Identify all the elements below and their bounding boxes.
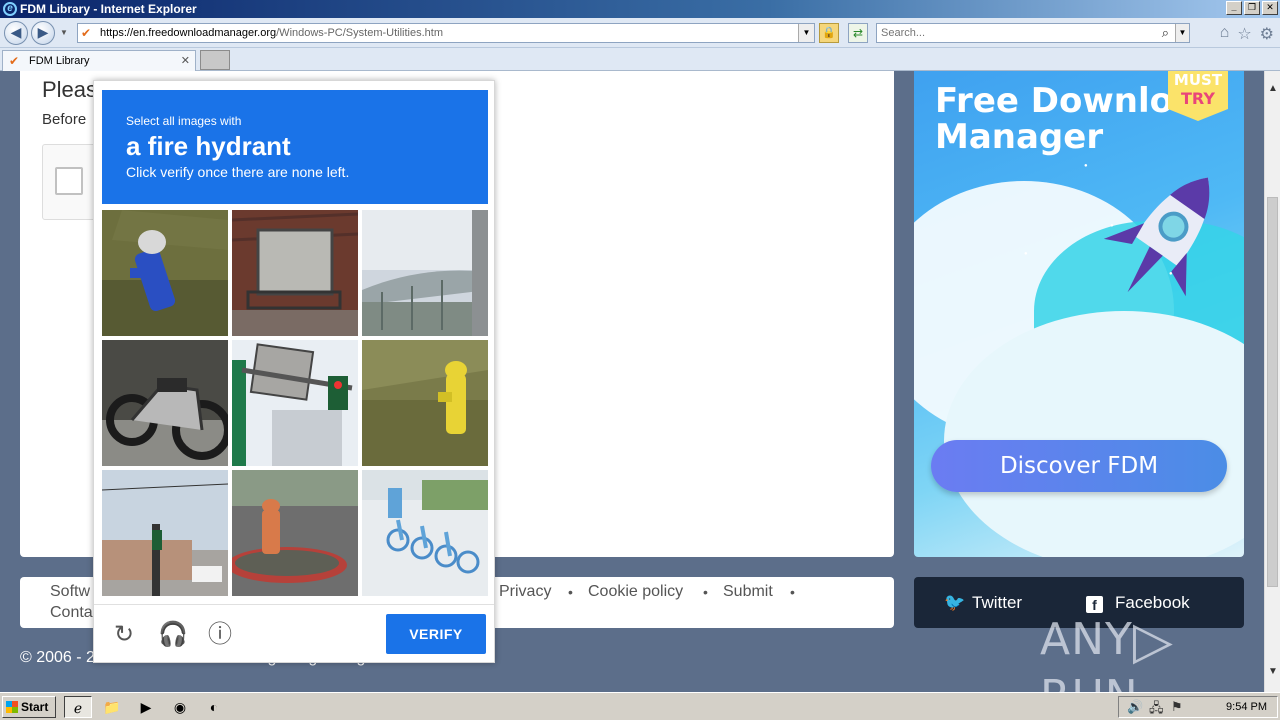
scroll-thumb[interactable]	[1267, 197, 1278, 587]
captcha-tile-house-window[interactable]	[232, 210, 358, 336]
tab-label: FDM Library	[29, 55, 90, 67]
search-icon[interactable]: ⌕	[1162, 25, 1169, 41]
fdm-ad-banner[interactable]: ● ● ● ● Free Download Manager MUST TRY D…	[914, 71, 1244, 557]
history-dropdown-icon[interactable]: ▼	[60, 28, 68, 37]
captcha-subtext: Click verify once there are none left.	[126, 164, 350, 180]
restore-button[interactable]: ❐	[1244, 1, 1260, 15]
tab-bar: ✔ FDM Library ✕	[0, 48, 1280, 71]
rocket-icon	[1103, 177, 1210, 297]
play-logo-icon: ▷	[1132, 611, 1174, 671]
captcha-tile-blue-fire-hydrant[interactable]	[102, 210, 228, 336]
discover-fdm-button[interactable]: Discover FDM	[931, 440, 1227, 492]
search-dropdown-icon[interactable]: ▼	[1175, 24, 1189, 42]
taskbar-ie-icon[interactable]: ℯ	[64, 696, 92, 718]
captcha-tile-bike-share-bicycles[interactable]	[362, 470, 488, 596]
address-url[interactable]: https://en.freedownloadmanager.org/Windo…	[100, 27, 443, 39]
reload-icon[interactable]: ↻	[110, 621, 138, 649]
captcha-image-grid	[102, 210, 488, 596]
tab-close-icon[interactable]: ✕	[181, 54, 190, 67]
twitter-bird-icon: 🐦	[944, 593, 966, 612]
refresh-icon[interactable]: ⇄	[848, 23, 868, 43]
footer-link-privacy[interactable]: Privacy	[499, 583, 551, 601]
action-center-flag-icon[interactable]: ⚑	[1171, 699, 1183, 715]
windows-logo-icon	[6, 701, 18, 713]
system-tray: 🔊 🖧 ⚑ 9:54 PM	[1118, 696, 1278, 718]
taskbar-chrome-icon[interactable]: ◉	[166, 696, 194, 718]
footer-link-submit[interactable]: Submit	[723, 583, 773, 601]
verify-button[interactable]: VERIFY	[386, 614, 486, 654]
close-button[interactable]: ✕	[1262, 1, 1278, 15]
window-titlebar: e FDM Library - Internet Explorer _ ❐ ✕	[0, 0, 1280, 18]
audio-headphones-icon[interactable]: 🎧	[158, 621, 188, 649]
captcha-tile-yellow-fire-hydrant[interactable]	[362, 340, 488, 466]
captcha-tile-traffic-light-sign[interactable]	[232, 340, 358, 466]
footer-separator: •	[703, 584, 708, 600]
taskbar-media-player-icon[interactable]: ▶	[132, 696, 160, 718]
address-dropdown-icon[interactable]: ▼	[798, 24, 814, 42]
search-input[interactable]	[877, 24, 1147, 42]
captcha-tile-orange-fire-hydrant[interactable]	[232, 470, 358, 596]
footer-link-cookie-policy[interactable]: Cookie policy	[588, 583, 683, 601]
page-text: Before	[42, 111, 87, 128]
home-icon[interactable]: ⌂	[1220, 24, 1230, 44]
tab-favicon-icon: ✔	[9, 54, 20, 68]
search-box[interactable]: ⌕ ▼	[876, 23, 1190, 43]
anyrun-watermark: ANY▷RUN	[1040, 611, 1174, 692]
captcha-tile-motorcycle[interactable]	[102, 340, 228, 466]
new-tab-button[interactable]	[200, 50, 230, 70]
volume-icon[interactable]: 🔊	[1127, 699, 1143, 715]
scroll-down-icon[interactable]: ▼	[1265, 664, 1280, 680]
tab-fdm-library[interactable]: ✔ FDM Library ✕	[2, 50, 196, 71]
footer-link-software[interactable]: Softw	[50, 583, 90, 601]
ie-logo-icon: e	[3, 2, 17, 16]
captcha-footer: ↻ 🎧 ⓘ VERIFY	[94, 604, 494, 662]
taskbar-explorer-folder-icon[interactable]: 📁	[98, 696, 126, 718]
info-icon[interactable]: ⓘ	[206, 621, 234, 649]
taskbar-clock[interactable]: 9:54 PM	[1226, 701, 1267, 713]
page-scrollbar[interactable]: ▲ ▼	[1264, 71, 1280, 692]
toolbar-icons: ⌂ ☆ ⚙	[1220, 24, 1274, 44]
browser-navbar: ◀ ▶ ▼ ✔ https://en.freedownloadmanager.o…	[0, 18, 1280, 48]
settings-gear-icon[interactable]: ⚙	[1260, 24, 1274, 44]
windows-taskbar: Start ℯ 📁 ▶ ◉ ◐ 🔊 🖧 ⚑ 9:54 PM	[0, 692, 1280, 720]
site-favicon-icon: ✔	[81, 26, 92, 40]
start-button[interactable]: Start	[2, 696, 56, 718]
page-heading: Pleas	[42, 77, 98, 102]
lock-icon[interactable]: 🔒	[819, 23, 839, 43]
favorites-star-icon[interactable]: ☆	[1237, 24, 1251, 44]
window-title: FDM Library - Internet Explorer	[20, 2, 197, 16]
window-controls: _ ❐ ✕	[1226, 1, 1278, 15]
minimize-button[interactable]: _	[1226, 1, 1242, 15]
address-bar[interactable]: ✔ https://en.freedownloadmanager.org/Win…	[77, 23, 815, 43]
facebook-link[interactable]: f Facebook	[1086, 593, 1190, 613]
captcha-challenge-popup: Select all images with a fire hydrant Cl…	[93, 80, 495, 663]
network-icon[interactable]: 🖧	[1149, 699, 1164, 720]
twitter-link[interactable]: 🐦 Twitter	[944, 593, 1022, 613]
scroll-up-icon[interactable]: ▲	[1265, 81, 1280, 97]
captcha-checkbox[interactable]	[55, 167, 83, 195]
star-icon: ●	[1024, 251, 1028, 257]
captcha-tile-bridge-railing[interactable]	[362, 210, 488, 336]
footer-separator: •	[568, 584, 573, 600]
captcha-tile-street-intersection[interactable]	[102, 470, 228, 596]
forward-button[interactable]: ▶	[31, 21, 55, 45]
back-button[interactable]: ◀	[4, 21, 28, 45]
footer-link-contact[interactable]: Conta	[50, 604, 93, 622]
captcha-target: a fire hydrant	[126, 131, 291, 161]
captcha-header: Select all images with a fire hydrant Cl…	[102, 90, 488, 204]
footer-separator: •	[790, 584, 795, 600]
taskbar-edge-icon[interactable]: ◐	[200, 696, 228, 718]
captcha-instruction: Select all images with	[126, 114, 242, 128]
